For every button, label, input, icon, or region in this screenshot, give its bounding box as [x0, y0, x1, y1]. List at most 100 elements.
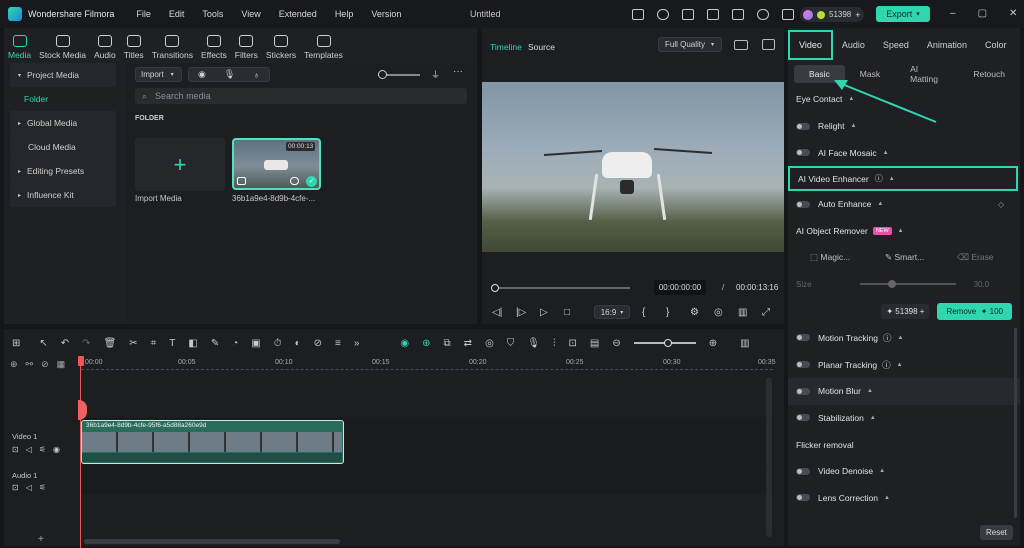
import-button[interactable]: Import ▾ — [135, 67, 182, 82]
record-screen-icon[interactable]: ◉ — [198, 69, 206, 80]
freeze-icon[interactable]: ▣ — [251, 338, 260, 349]
tab-stock-media[interactable]: Stock Media — [35, 28, 90, 60]
marker-track-icon[interactable]: ▦ — [57, 359, 66, 370]
voiceover-icon[interactable]: ♁ — [253, 70, 260, 80]
playhead-handle[interactable] — [491, 284, 499, 292]
lock-icon[interactable]: ⊡ — [12, 445, 19, 454]
relight-toggle[interactable] — [796, 122, 810, 130]
magic-select-tool[interactable]: ⬚ Magic... — [810, 252, 885, 263]
mixer-icon[interactable]: ⫶ — [553, 338, 556, 349]
text-icon[interactable]: T — [169, 338, 175, 349]
media-clip-thumbnail[interactable]: 00:00:13 ✓ — [232, 138, 321, 190]
ai-video-enhancer-row[interactable]: AI Video Enhancer ⓘ ▲ — [788, 166, 1018, 192]
previous-frame-icon[interactable]: ◁| — [492, 307, 516, 318]
erase-tool[interactable]: ⌫ Erase — [957, 252, 994, 263]
tab-filters[interactable]: Filters — [231, 28, 262, 60]
object-remover-row[interactable]: AI Object Remover NEW ▲ — [788, 218, 1020, 245]
stabilization-toggle[interactable] — [796, 414, 810, 422]
snapshot-image-icon[interactable] — [762, 39, 775, 50]
clock-icon[interactable] — [657, 9, 669, 20]
zoom-slider[interactable] — [633, 339, 696, 347]
tab-templates[interactable]: Templates — [300, 28, 347, 60]
delete-icon[interactable]: 🗑 — [104, 338, 117, 349]
menu-help[interactable]: Help — [335, 9, 354, 19]
caption-icon[interactable]: ▤ — [590, 338, 599, 349]
help-icon[interactable]: ⓘ — [883, 332, 892, 344]
eye-icon[interactable]: ◉ — [53, 445, 60, 454]
tab-speed[interactable]: Speed — [874, 40, 918, 50]
timeline-video-clip[interactable]: 36b1a9e4-8d9b-4cfe-95f6-a5d88a260e9d — [81, 420, 344, 464]
quality-select[interactable]: Full Quality ▾ — [658, 37, 722, 52]
microphone-icon[interactable]: 🎙 — [224, 69, 235, 80]
close-icon[interactable]: ✕ — [1009, 8, 1017, 19]
pen-icon[interactable]: ✎ — [211, 338, 219, 349]
keyframe-icon[interactable]: ◇ — [998, 200, 1004, 209]
tab-animation[interactable]: Animation — [918, 40, 976, 50]
smart-brush-tool[interactable]: ✎ Smart... — [885, 252, 957, 263]
tab-timeline-preview[interactable]: Timeline — [490, 42, 522, 52]
zoom-slider-handle[interactable] — [663, 339, 672, 347]
lens-correction-toggle[interactable] — [796, 494, 810, 502]
slider-handle[interactable] — [378, 70, 387, 79]
mic-icon[interactable]: 🎙 — [527, 338, 540, 349]
video-denoise-row[interactable]: Video Denoise ▲ — [788, 458, 1020, 485]
panel-scrollbar[interactable] — [1014, 328, 1017, 518]
motion-icon[interactable]: ⊘ — [314, 338, 322, 349]
snapshot-icon[interactable]: ◎ — [714, 307, 738, 318]
tab-audio[interactable]: Audio — [90, 28, 120, 60]
audio-meter-icon[interactable]: ▥ — [738, 307, 762, 318]
playhead-marker[interactable] — [78, 356, 84, 366]
timeline-playhead[interactable] — [80, 360, 81, 548]
export-button[interactable]: Export ▾ — [876, 6, 930, 22]
layout-grid-icon[interactable]: ⊞ — [12, 338, 20, 349]
menu-view[interactable]: View — [241, 9, 260, 19]
motion-tracking-toggle[interactable] — [796, 334, 810, 342]
audio-track-lane[interactable] — [81, 468, 773, 494]
sidebar-item-folder[interactable]: Folder — [4, 87, 124, 111]
grid-icon[interactable] — [782, 9, 794, 20]
filter-icon[interactable]: ⏚ — [431, 68, 440, 81]
horizontal-scrollbar[interactable] — [84, 539, 340, 544]
menu-tools[interactable]: Tools — [202, 9, 223, 19]
lock-icon[interactable]: ⊡ — [12, 483, 19, 492]
tab-video[interactable]: Video — [788, 30, 833, 60]
tab-color[interactable]: Color — [976, 40, 1016, 50]
sidebar-item-influence-kit[interactable]: ▸ Influence Kit — [10, 183, 116, 207]
playback-progress-bar[interactable] — [492, 287, 630, 289]
tab-media[interactable]: Media — [4, 28, 35, 60]
mute-icon[interactable]: ⚟ — [39, 483, 46, 492]
planar-tracking-toggle[interactable] — [796, 361, 810, 369]
color-match-icon[interactable]: ◐ — [295, 338, 301, 349]
speaker-icon[interactable]: ◁ — [26, 483, 32, 492]
help-icon[interactable]: ⓘ — [882, 359, 891, 371]
minimize-icon[interactable]: – — [950, 8, 956, 19]
sidebar-item-editing-presets[interactable]: ▸ Editing Presets — [10, 159, 116, 183]
stabilization-row[interactable]: Stabilization ▲ — [788, 405, 1020, 432]
compare-view-icon[interactable] — [734, 40, 748, 50]
mute-icon[interactable]: ⚟ — [39, 445, 46, 454]
remove-button[interactable]: Remove ✦ 100 — [937, 302, 1012, 320]
snap-icon[interactable]: ⧉ — [444, 338, 451, 349]
menu-version[interactable]: Version — [371, 9, 401, 19]
add-track-icon[interactable]: ⊕ — [10, 359, 18, 370]
crop-icon[interactable]: ⌗ — [151, 338, 157, 349]
video-denoise-toggle[interactable] — [796, 467, 810, 475]
search-input[interactable]: Search media — [155, 91, 211, 101]
timeline-layout-icon[interactable]: ▥ — [740, 338, 749, 349]
stop-icon[interactable]: □ — [564, 307, 594, 318]
tab-titles[interactable]: Titles — [120, 28, 148, 60]
mark-out-icon[interactable]: } — [666, 307, 690, 318]
speed-icon[interactable]: ◔ — [232, 338, 238, 349]
subtab-retouch[interactable]: Retouch — [958, 65, 1020, 83]
ai-copilot-icon[interactable]: ◉ — [400, 338, 409, 349]
zoom-in-icon[interactable]: ⊕ — [709, 338, 717, 349]
marker-icon[interactable]: ◎ — [485, 338, 494, 349]
auto-enhance-row[interactable]: Auto Enhance ▲ ◇ — [788, 191, 1020, 218]
add-icon[interactable]: + — [38, 534, 44, 545]
sidebar-item-cloud-media[interactable]: Cloud Media — [10, 135, 116, 159]
more-options-icon[interactable]: ··· — [453, 66, 463, 77]
search-bar[interactable]: ⌕ Search media — [135, 88, 467, 104]
add-credits-icon[interactable]: + — [855, 10, 860, 20]
gift-icon[interactable] — [632, 9, 644, 20]
video-preview-frame[interactable] — [482, 82, 784, 252]
